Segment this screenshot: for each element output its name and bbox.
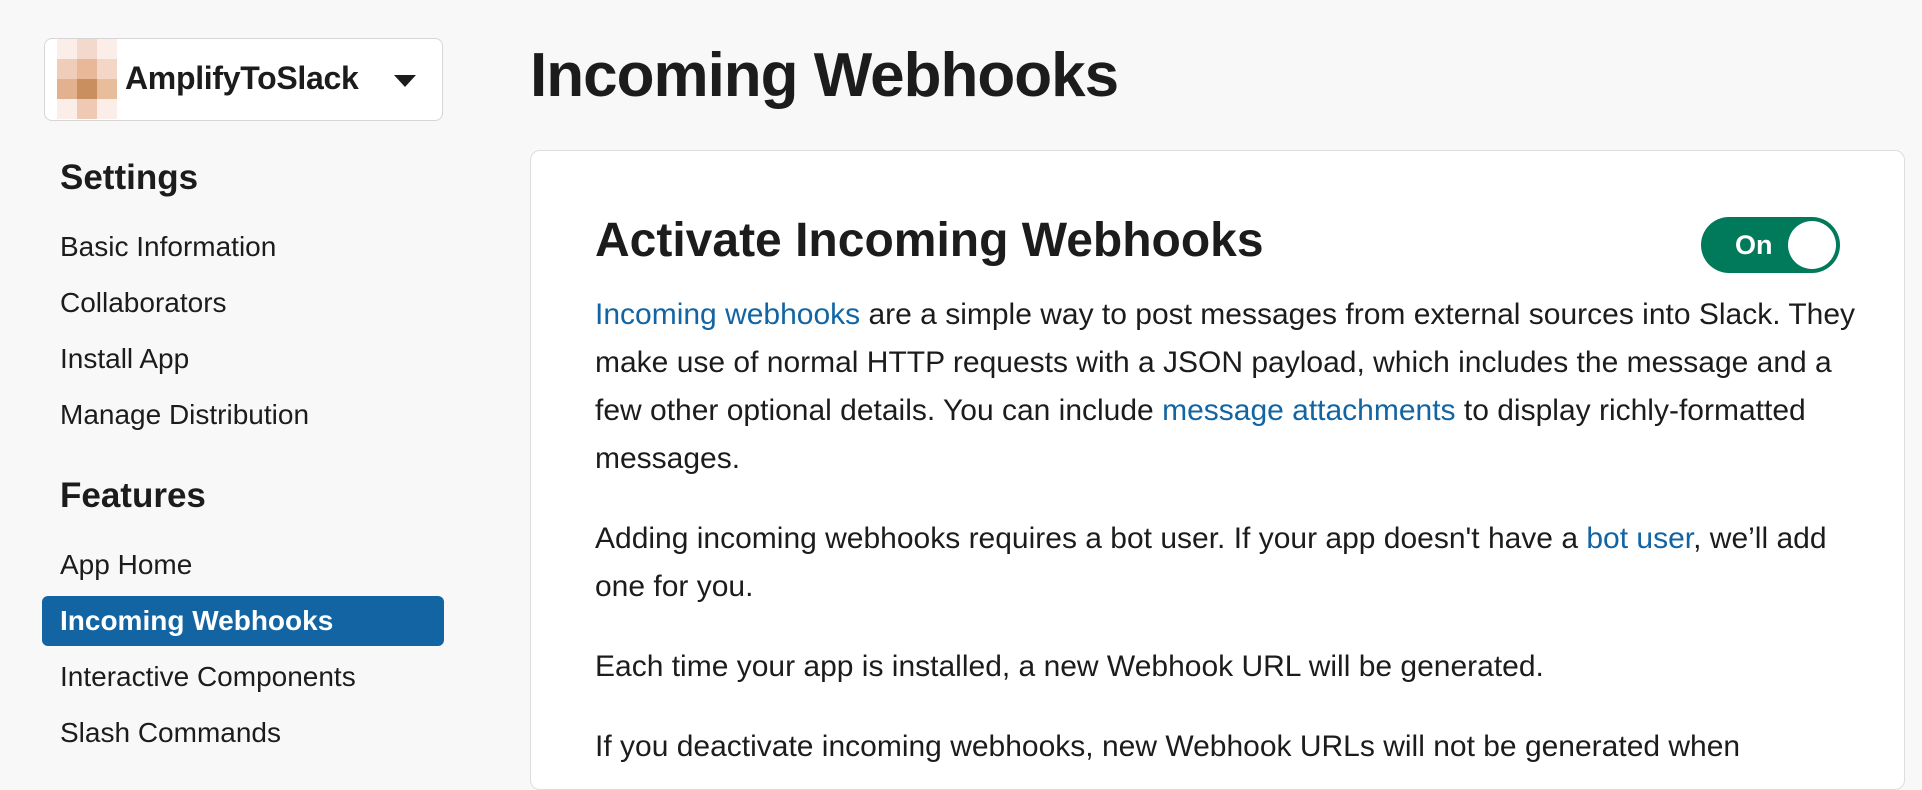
toggle-label: On	[1735, 230, 1773, 260]
bot-user-paragraph: Adding incoming webhooks requires a bot …	[595, 515, 1860, 611]
sidebar-item-incoming-webhooks[interactable]: Incoming Webhooks	[42, 596, 444, 646]
webhooks-card: Activate Incoming Webhooks On Incoming w…	[530, 150, 1905, 790]
sidebar-item-install-app[interactable]: Install App	[42, 334, 444, 384]
page-title: Incoming Webhooks	[530, 41, 1119, 110]
sidebar-item-interactive-components[interactable]: Interactive Components	[42, 652, 444, 702]
sidebar-item-basic-information[interactable]: Basic Information	[42, 222, 444, 272]
app-switcher[interactable]: AmplifyToSlack	[44, 38, 443, 121]
settings-heading: Settings	[60, 158, 199, 197]
activate-webhooks-toggle[interactable]: On	[1701, 217, 1840, 273]
card-title: Activate Incoming Webhooks	[595, 214, 1264, 267]
sidebar-item-collaborators[interactable]: Collaborators	[42, 278, 444, 328]
sidebar-item-manage-distribution[interactable]: Manage Distribution	[42, 390, 444, 440]
message-attachments-link[interactable]: message attachments	[1162, 394, 1455, 427]
app-name: AmplifyToSlack	[125, 60, 359, 96]
sidebar-item-slash-commands[interactable]: Slash Commands	[42, 708, 444, 758]
sidebar-item-app-home[interactable]: App Home	[42, 540, 444, 590]
intro-paragraph: Incoming webhooks are a simple way to po…	[595, 291, 1860, 483]
bot-user-link[interactable]: bot user	[1586, 522, 1693, 555]
app-avatar-icon	[57, 39, 117, 119]
toggle-knob	[1788, 221, 1836, 269]
features-heading: Features	[60, 476, 206, 515]
deactivate-paragraph: If you deactivate incoming webhooks, new…	[595, 730, 1741, 763]
webhook-url-paragraph: Each time your app is installed, a new W…	[595, 650, 1544, 683]
bot-text-1: Adding incoming webhooks requires a bot …	[595, 522, 1587, 555]
incoming-webhooks-link[interactable]: Incoming webhooks	[595, 298, 860, 331]
caret-down-icon[interactable]	[394, 75, 416, 87]
